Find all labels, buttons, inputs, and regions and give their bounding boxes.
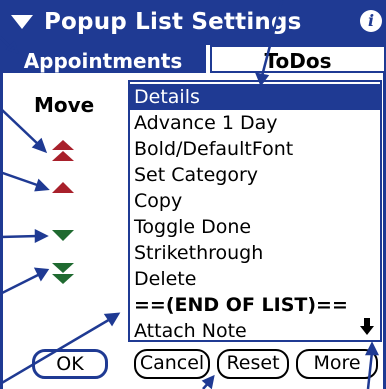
list-item[interactable]: Advance 1 Day: [130, 110, 380, 136]
list-item[interactable]: Strikethrough: [130, 240, 380, 266]
triangle-down-icon[interactable]: [11, 15, 33, 29]
list-item[interactable]: Details: [130, 84, 380, 110]
more-button[interactable]: More: [296, 349, 378, 379]
list-item[interactable]: Set Category: [130, 162, 380, 188]
reset-button[interactable]: Reset: [217, 349, 289, 379]
info-icon[interactable]: i: [360, 10, 382, 32]
list-item-end-of-list[interactable]: ==(END OF LIST)==: [130, 292, 380, 318]
tab-bar: Appointments ToDos: [0, 45, 386, 73]
cancel-button[interactable]: Cancel: [134, 349, 210, 379]
move-label: Move: [34, 93, 95, 117]
list-item[interactable]: Delete: [130, 266, 380, 292]
up-arrow-icon: [52, 182, 74, 193]
double-down-arrow-icon: [52, 263, 74, 284]
tab-appointments[interactable]: Appointments: [0, 45, 206, 73]
list-item[interactable]: Toggle Done: [130, 214, 380, 240]
list-item[interactable]: Attach Note: [130, 318, 380, 344]
scroll-down-arrow-icon[interactable]: [360, 318, 374, 336]
list-item[interactable]: Bold/DefaultFont: [130, 136, 380, 162]
popup-items-list[interactable]: Details Advance 1 Day Bold/DefaultFont S…: [128, 80, 382, 342]
list-item[interactable]: Copy: [130, 188, 380, 214]
double-up-arrow-icon: [52, 140, 74, 161]
title-bar: Popup List Settings i: [0, 0, 386, 45]
tab-todos[interactable]: ToDos: [210, 45, 386, 73]
ok-button[interactable]: OK: [32, 349, 108, 379]
down-arrow-icon: [52, 230, 74, 241]
move-down-button[interactable]: [50, 222, 76, 248]
window-title[interactable]: Popup List Settings: [44, 9, 302, 35]
move-to-bottom-button[interactable]: [50, 260, 76, 286]
move-up-button[interactable]: [50, 176, 76, 202]
move-to-top-button[interactable]: [50, 138, 76, 164]
